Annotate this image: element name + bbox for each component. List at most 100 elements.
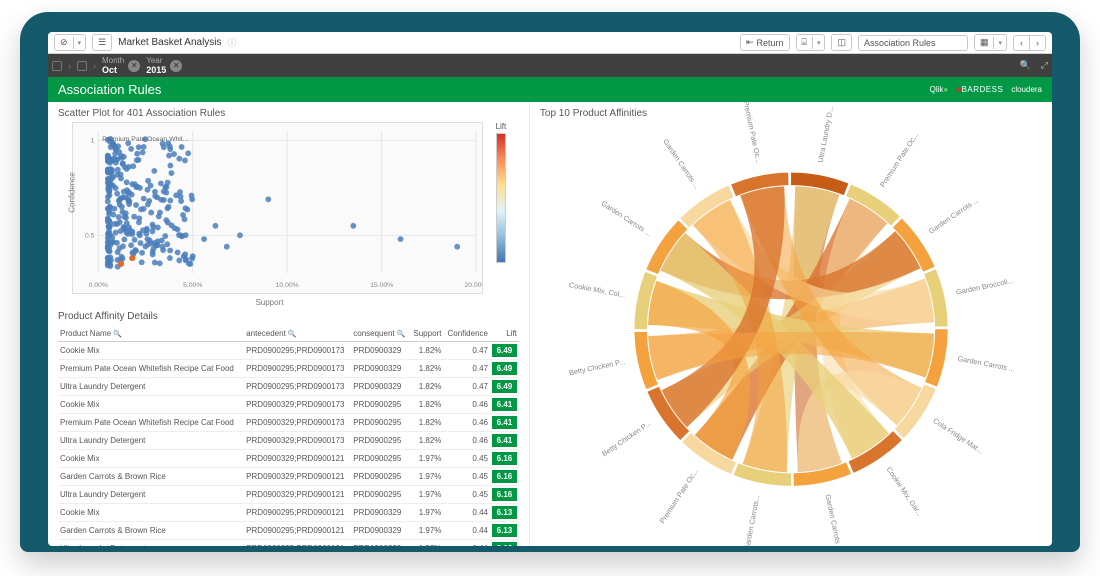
grid-dropdown[interactable]: ▦▾ — [974, 34, 1007, 51]
sheet-nav[interactable]: ‹ › — [1013, 35, 1046, 51]
svg-text:Cookie Mix, Col...: Cookie Mix, Col... — [568, 280, 626, 299]
col-support[interactable]: Support — [410, 326, 444, 342]
chord-canvas[interactable]: Ultra Laundry D...Premium Pate Oc...Gard… — [530, 102, 1052, 546]
grid-icon[interactable]: ▦ — [975, 35, 994, 50]
list-icon[interactable]: ☰ — [92, 34, 112, 51]
svg-text:10.00%: 10.00% — [276, 282, 299, 289]
lift-label: Lift — [485, 122, 517, 131]
svg-text:Garden Broccoli...: Garden Broccoli... — [955, 276, 1014, 297]
chevron-down-icon[interactable]: ▾ — [812, 37, 825, 49]
selection-bar: › › MonthOct ✕ Year2015 ✕ 🔍 ⤢ — [48, 54, 1052, 77]
chevron-right-icon: › — [93, 61, 96, 71]
filter-value: 2015 — [146, 65, 166, 75]
col-product-name[interactable]: Product Name — [58, 326, 244, 342]
save-icon[interactable]: ⊘ — [55, 35, 73, 50]
bookmark-icon[interactable]: ◫ — [831, 34, 852, 51]
scatter-plot[interactable]: Confidence 0.00%5.00%10.00%15.00%20.00%0… — [72, 122, 483, 294]
table-row[interactable]: Ultra Laundry DetergentPRD0900295;PRD090… — [58, 378, 519, 396]
monitor-icon[interactable]: ⌸ — [797, 35, 812, 50]
logo-qlik: Qlik● — [930, 85, 949, 94]
save-dropdown[interactable]: ⊘ ▾ — [54, 34, 86, 51]
step-forward-icon[interactable] — [77, 61, 87, 71]
lift-gradient-icon — [496, 133, 506, 263]
next-sheet-button[interactable]: › — [1029, 36, 1045, 50]
svg-text:15.00%: 15.00% — [370, 282, 393, 289]
details-table-wrap: Product Affinity Details Product Nameant… — [58, 307, 519, 546]
svg-text:Premium Pate Oc...: Premium Pate Oc... — [742, 102, 764, 164]
return-button[interactable]: ⇤ Return — [740, 34, 790, 51]
scatter-title: Scatter Plot for 401 Association Rules — [48, 102, 529, 122]
clear-filter-icon[interactable]: ✕ — [128, 60, 140, 72]
filter-label: Month — [102, 56, 124, 65]
top-toolbar: ⊘ ▾ ☰ Market Basket Analysis ⓘ ⇤ Return … — [48, 32, 1052, 54]
svg-text:0.5: 0.5 — [85, 232, 95, 239]
col-lift[interactable]: Lift — [490, 326, 519, 342]
svg-text:Ultra Laundry D...: Ultra Laundry D... — [816, 106, 835, 164]
logo-bardess: ■BARDESS — [956, 85, 1003, 94]
device-dropdown[interactable]: ⌸▾ — [796, 34, 826, 51]
svg-text:Cookie Mix, Gar...: Cookie Mix, Gar... — [885, 465, 925, 518]
svg-text:Betty Chicken P...: Betty Chicken P... — [568, 357, 626, 377]
svg-text:0.00%: 0.00% — [89, 282, 108, 289]
svg-text:Premium Pate Oc...: Premium Pate Oc... — [878, 131, 920, 189]
chevron-down-icon[interactable]: ▾ — [73, 37, 86, 49]
table-row[interactable]: Garden Carrots & Brown RicePRD0900329;PR… — [58, 468, 519, 486]
svg-text:1: 1 — [91, 138, 95, 145]
svg-text:Garden Carrots...: Garden Carrots... — [742, 494, 761, 546]
svg-text:5.00%: 5.00% — [183, 282, 202, 289]
filter-year[interactable]: Year2015 ✕ — [146, 56, 182, 75]
table-row[interactable]: Garden Carrots & Brown RicePRD0900295;PR… — [58, 522, 519, 540]
table-row[interactable]: Premium Pate Ocean Whitefish Recipe Cat … — [58, 360, 519, 378]
selections-tool-icon[interactable]: ⤢ — [1041, 60, 1048, 71]
logo-cloudera: cloudera — [1011, 85, 1042, 94]
col-consequent[interactable]: consequent — [351, 326, 410, 342]
col-confidence[interactable]: Confidence — [443, 326, 490, 342]
clear-filter-icon[interactable]: ✕ — [170, 60, 182, 72]
step-back-icon[interactable] — [52, 61, 62, 71]
table-row[interactable]: Ultra Laundry DetergentPRD0900329;PRD090… — [58, 486, 519, 504]
x-axis-label: Support — [48, 298, 491, 307]
svg-text:Cola Fridge Mat...: Cola Fridge Mat... — [931, 416, 984, 455]
left-pane: Scatter Plot for 401 Association Rules C… — [48, 102, 530, 546]
table-row[interactable]: Ultra Laundry DetergentPRD0900329;PRD090… — [58, 432, 519, 450]
right-pane: Top 10 Product Affinities Ultra Laundry … — [530, 102, 1052, 546]
svg-text:Betty Chicken P...: Betty Chicken P... — [600, 419, 652, 459]
lift-legend: Lift — [485, 122, 517, 265]
chevron-right-icon: › — [68, 61, 71, 71]
table-title: Product Affinity Details — [58, 307, 519, 326]
selection-history: › › — [52, 61, 96, 71]
table-row[interactable]: Cookie MixPRD0900295;PRD0900121PRD090032… — [58, 504, 519, 522]
search-icon[interactable]: 🔍 — [1020, 60, 1031, 71]
y-axis-label: Confidence — [68, 172, 77, 212]
filter-value: Oct — [102, 65, 124, 75]
chord-diagram[interactable]: Ultra Laundry D...Premium Pate Oc...Gard… — [530, 102, 1052, 546]
affinity-table[interactable]: Product NameantecedentconsequentSupportC… — [58, 326, 519, 546]
table-row[interactable]: Ultra Laundry DetergentPRD0900295;PRD090… — [58, 540, 519, 547]
info-icon[interactable]: ⓘ — [228, 36, 237, 49]
sheet-header: Association Rules Qlik● ■BARDESS clouder… — [48, 77, 1052, 102]
svg-text:Garden Carrots ...: Garden Carrots ... — [927, 195, 980, 235]
col-antecedent[interactable]: antecedent — [244, 326, 351, 342]
filter-month[interactable]: MonthOct ✕ — [102, 56, 140, 75]
table-row[interactable]: Cookie MixPRD0900329;PRD0900173PRD090029… — [58, 396, 519, 414]
document-title: Market Basket Analysis — [118, 37, 221, 48]
scatter-canvas[interactable]: 0.00% 5.00% 10.00% 15.00% 20.00% 0.5 1 Premium … — [72, 122, 483, 294]
logos: Qlik● ■BARDESS cloudera — [930, 85, 1042, 94]
svg-text:Garden Carrots ...: Garden Carrots ... — [957, 354, 1016, 374]
svg-text:Premium Pate Oc...: Premium Pate Oc... — [657, 467, 699, 525]
chevron-down-icon[interactable]: ▾ — [993, 37, 1006, 49]
svg-text:Garden Carrots ...: Garden Carrots ... — [600, 199, 654, 239]
app-screen: ⊘ ▾ ☰ Market Basket Analysis ⓘ ⇤ Return … — [48, 32, 1052, 546]
table-row[interactable]: Cookie MixPRD0900329;PRD0900121PRD090029… — [58, 450, 519, 468]
table-row[interactable]: Premium Pate Ocean Whitefish Recipe Cat … — [58, 414, 519, 432]
svg-text:20.00%: 20.00% — [465, 282, 483, 289]
prev-sheet-button[interactable]: ‹ — [1014, 36, 1029, 50]
laptop-frame: ⊘ ▾ ☰ Market Basket Analysis ⓘ ⇤ Return … — [20, 12, 1080, 552]
content-area: Scatter Plot for 401 Association Rules C… — [48, 102, 1052, 546]
table-row[interactable]: Cookie MixPRD0900295;PRD0900173PRD090032… — [58, 342, 519, 360]
sheet-selector[interactable]: Association Rules — [858, 35, 968, 51]
svg-text:Garden Carrots ...: Garden Carrots ... — [661, 137, 701, 190]
sheet-title: Association Rules — [58, 82, 161, 97]
svg-text:Premium Pate Ocean Whit...: Premium Pate Ocean Whit... — [102, 136, 188, 143]
svg-text:Garden Carrots ...: Garden Carrots ... — [823, 493, 844, 546]
